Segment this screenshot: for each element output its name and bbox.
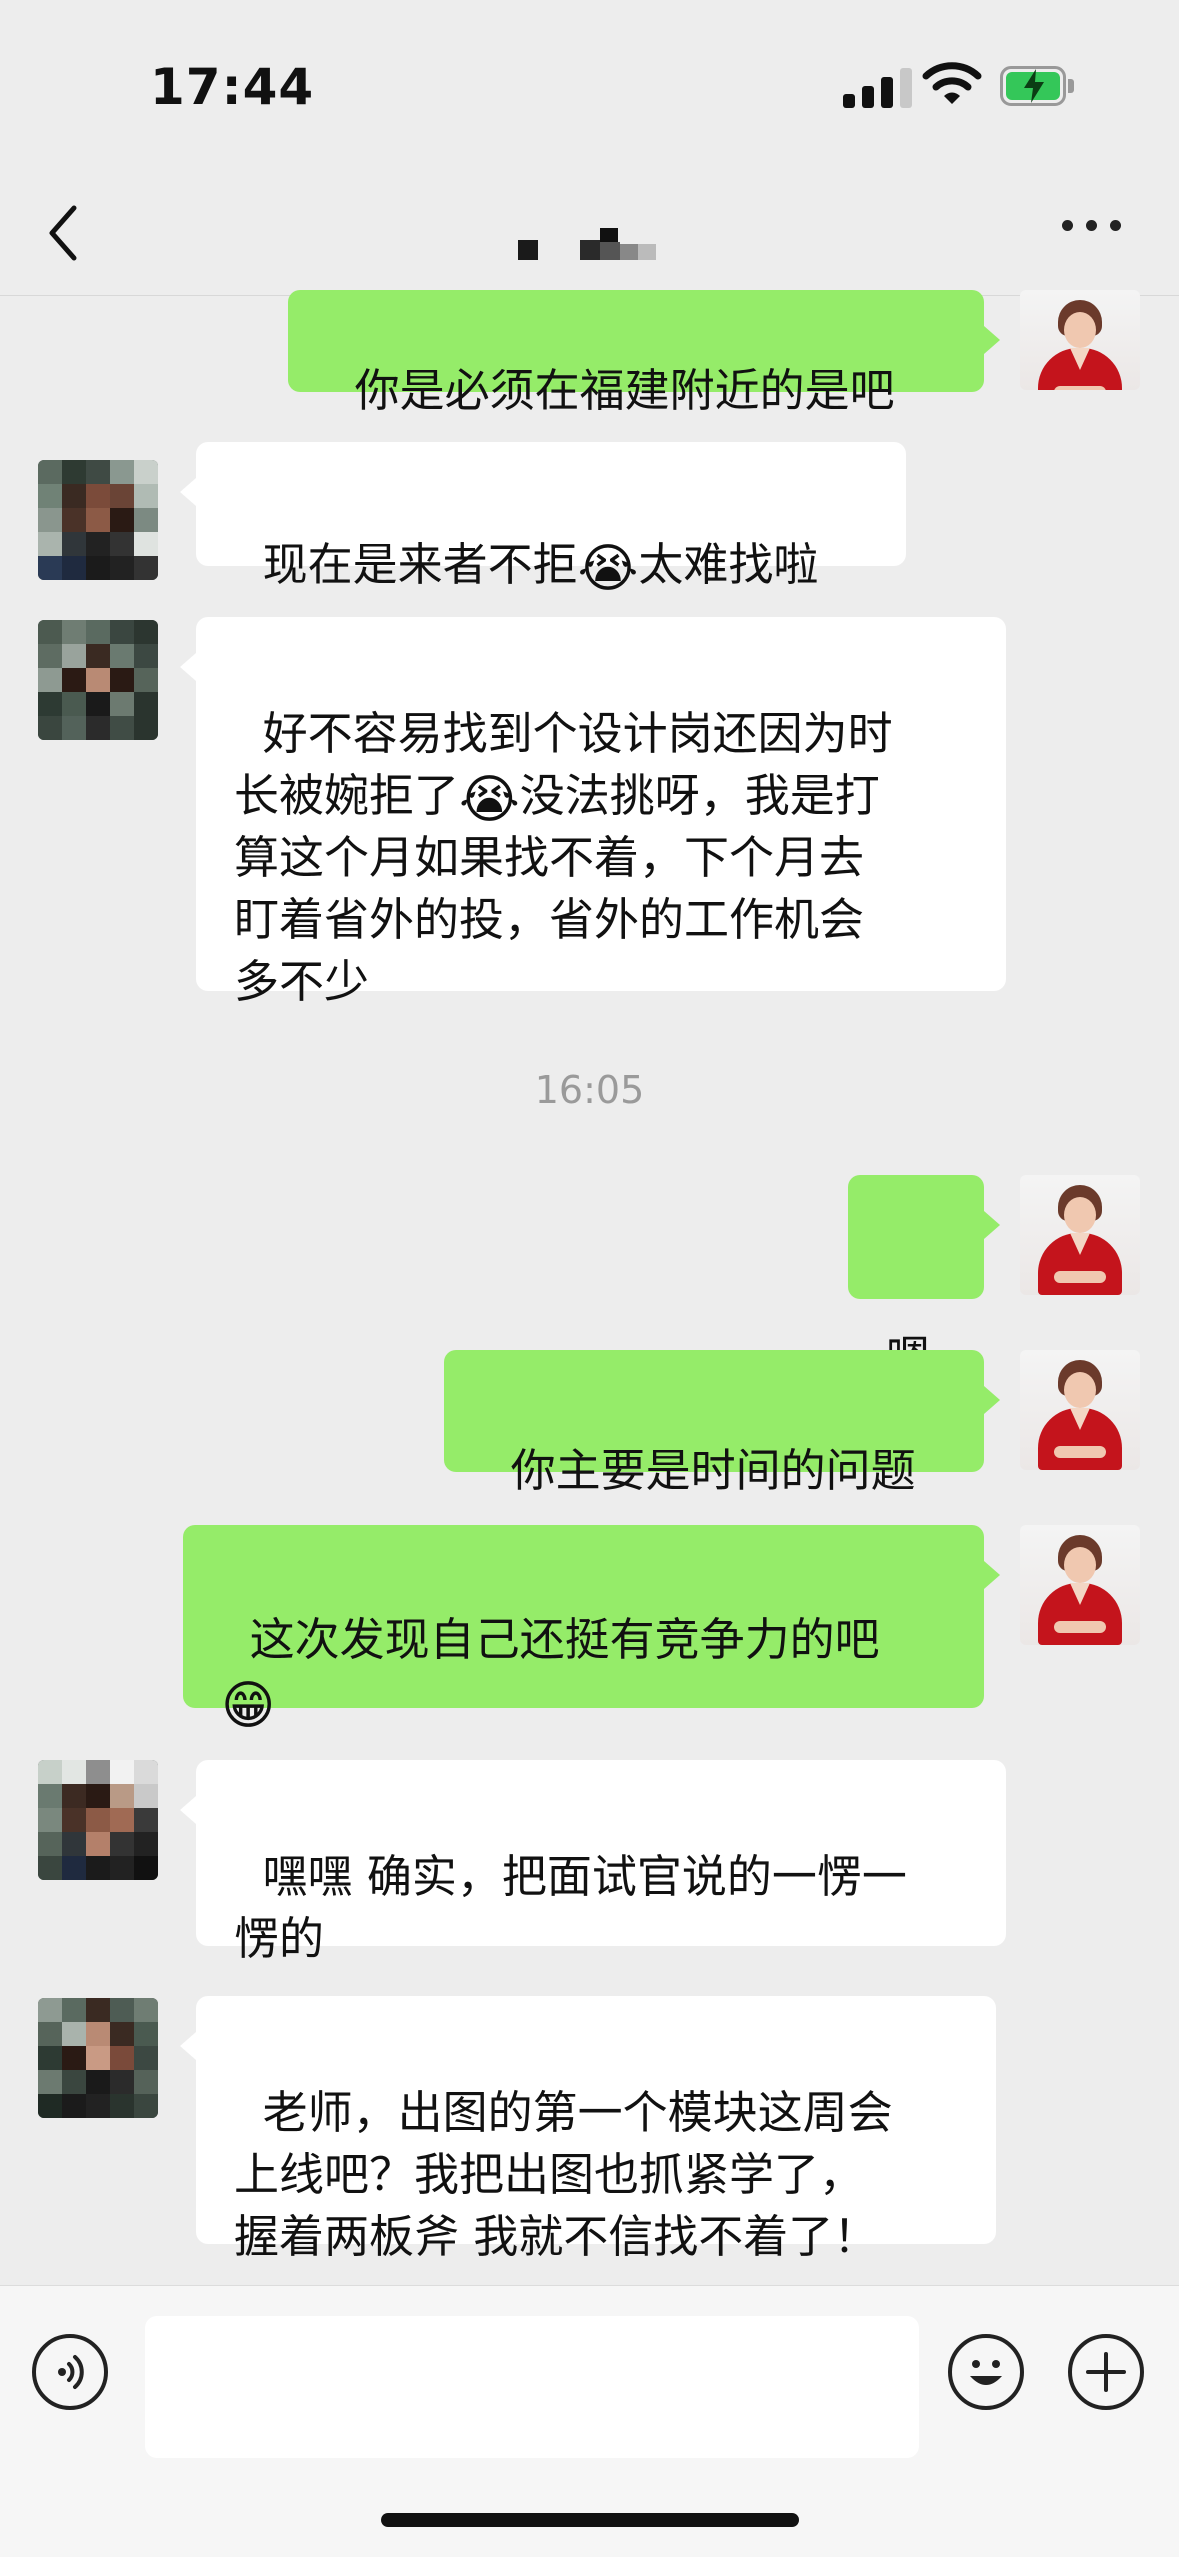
message-bubble-incoming[interactable]: 现在是来者不拒😭太难找啦 bbox=[180, 442, 906, 595]
message-bubble-outgoing[interactable]: 你主要是时间的问题 bbox=[444, 1350, 1000, 1497]
message-bubble-incoming[interactable]: 老师，出图的第一个模块这周会 上线吧？我把出图也抓紧学了， 握着两板斧 我就不信… bbox=[180, 1996, 996, 2263]
self-avatar[interactable] bbox=[1020, 1525, 1140, 1645]
message-bubble-outgoing[interactable]: 嗯 bbox=[848, 1175, 1000, 1384]
crying-face-icon: 😭 bbox=[577, 539, 639, 599]
message-bubble-incoming[interactable]: 嘿嘿 确实，把面试官说的一愣一 愣的 bbox=[180, 1760, 1006, 1965]
message-bubble-outgoing[interactable]: 这次发现自己还挺有竞争力的吧 😁 bbox=[183, 1525, 1000, 1732]
contact-avatar[interactable] bbox=[38, 620, 158, 740]
contact-avatar[interactable] bbox=[38, 1998, 158, 2118]
emoji-icon[interactable] bbox=[948, 2334, 1024, 2410]
contact-avatar[interactable] bbox=[38, 1760, 158, 1880]
self-avatar[interactable] bbox=[1020, 1175, 1140, 1295]
message-text: 没法挑呀，我是打 bbox=[519, 769, 880, 822]
more-options-icon[interactable] bbox=[1062, 220, 1122, 240]
contact-avatar[interactable] bbox=[38, 460, 158, 580]
status-bar: 17:44 bbox=[0, 0, 1179, 170]
signal-icon bbox=[843, 66, 915, 108]
grinning-face-icon: 😁 bbox=[221, 1676, 276, 1736]
chat-header bbox=[0, 170, 1179, 296]
message-text: 老师，出图的第一个模块这周会 上线吧？我把出图也抓紧学了， 握着两板斧 我就不信… bbox=[234, 2086, 893, 2263]
voice-icon[interactable] bbox=[32, 2334, 108, 2410]
timestamp: 16:05 bbox=[534, 1068, 645, 1112]
contact-name-mosaic bbox=[518, 222, 678, 262]
plus-icon[interactable] bbox=[1068, 2334, 1144, 2410]
message-bubble-outgoing[interactable]: 你是必须在福建附近的是吧 bbox=[288, 290, 1000, 417]
wifi-icon bbox=[922, 62, 982, 104]
message-text: 算这个月如果找不着，下个月去 盯着省外的投，省外的工作机会 多不少 bbox=[234, 831, 865, 1008]
message-input[interactable] bbox=[145, 2316, 919, 2458]
message-text: 嘿嘿 确实，把面试官说的一愣一 愣的 bbox=[234, 1850, 907, 1965]
message-text: 你是必须在福建附近的是吧 bbox=[354, 364, 895, 417]
self-avatar[interactable] bbox=[1020, 1350, 1140, 1470]
message-text: 你主要是时间的问题 bbox=[510, 1444, 916, 1497]
message-text: 太难找啦 bbox=[638, 538, 819, 591]
message-text: 好不容易找到个设计岗还因为时 bbox=[262, 707, 893, 760]
home-indicator[interactable] bbox=[381, 2513, 799, 2527]
message-text: 现在是来者不拒 bbox=[262, 538, 578, 591]
message-text: 这次发现自己还挺有竞争力的吧 bbox=[249, 1613, 880, 1666]
self-avatar[interactable] bbox=[1020, 290, 1140, 390]
message-text: 长被婉拒了 bbox=[234, 769, 460, 822]
battery-icon bbox=[1000, 66, 1076, 106]
message-bubble-incoming[interactable]: 好不容易找到个设计岗还因为时 长被婉拒了😭没法挑呀，我是打 算这个月如果找不着，… bbox=[180, 617, 1006, 1008]
clock: 17:44 bbox=[150, 58, 315, 116]
back-arrow-icon[interactable] bbox=[40, 198, 90, 268]
crying-face-icon: 😭 bbox=[459, 770, 520, 830]
